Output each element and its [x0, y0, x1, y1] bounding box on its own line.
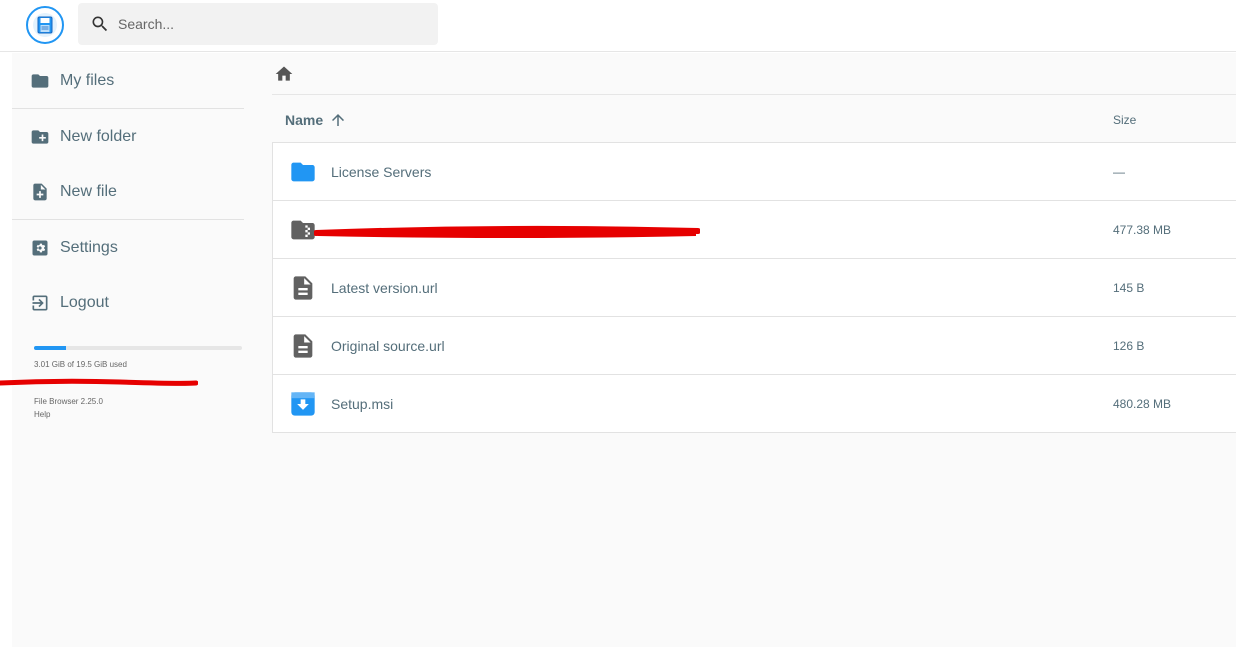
file-size: 477.38 MB [1113, 222, 1172, 237]
breadcrumb [272, 53, 1236, 95]
file-size: 480.28 MB [1113, 396, 1172, 411]
file-size: 145 B [1113, 280, 1145, 295]
help-link[interactable]: Help [34, 408, 103, 421]
folder-icon [291, 162, 315, 181]
sidebar-item-settings[interactable]: Settings [12, 220, 244, 275]
size-column-header[interactable]: Size [1100, 113, 1136, 127]
sidebar-footer: File Browser 2.25.0 Help [34, 395, 103, 421]
sidebar: My files New folder New file Settings Lo… [12, 53, 244, 330]
sidebar-item-label: New file [60, 182, 117, 200]
version-text: File Browser 2.25.0 [34, 397, 103, 406]
archive-icon [291, 220, 315, 239]
sidebar-item-label: My files [60, 71, 115, 89]
file-icon [293, 275, 313, 300]
arrow-up-icon [332, 113, 345, 126]
search-box[interactable] [78, 3, 438, 45]
file-name: License Servers [331, 163, 432, 180]
sidebar-item-my-files[interactable]: My files [12, 53, 244, 108]
name-column-label: Name [285, 111, 324, 128]
file-list: Name Size License Servers — 477.38 MB La… [272, 96, 1236, 433]
file-list-header: Name Size [272, 96, 1236, 143]
file-name: Setup.msi [331, 395, 394, 412]
sidebar-item-new-file[interactable]: New file [12, 164, 244, 219]
name-column-header[interactable]: Name [272, 111, 1100, 129]
sidebar-item-logout[interactable]: Logout [12, 275, 244, 330]
search-input[interactable] [118, 16, 418, 32]
logo[interactable] [26, 6, 64, 44]
header [0, 0, 1236, 52]
list-item[interactable]: Original source.url 126 B [272, 316, 1236, 375]
file-icon [293, 333, 313, 358]
sidebar-item-new-folder[interactable]: New folder [12, 109, 244, 164]
installer-icon [291, 391, 315, 416]
sidebar-item-label: Settings [60, 238, 118, 256]
note-add-icon [33, 183, 47, 200]
folder-icon [31, 73, 49, 88]
storage-usage-text: 3.01 GiB of 19.5 GiB used [34, 360, 127, 369]
list-item[interactable]: Setup.msi 480.28 MB [272, 374, 1236, 433]
storage-usage: 3.01 GiB of 19.5 GiB used [34, 346, 242, 369]
sidebar-item-label: Logout [60, 293, 109, 311]
settings-icon [32, 240, 48, 255]
file-name: Latest version.url [331, 279, 438, 296]
storage-progress-fill [34, 346, 67, 350]
redaction-mark [314, 225, 700, 238]
storage-progress-bar [34, 346, 242, 350]
file-size: — [1113, 164, 1125, 179]
redaction-mark [0, 378, 198, 386]
logout-icon [32, 295, 48, 310]
file-size: 126 B [1113, 338, 1145, 353]
list-item[interactable]: Latest version.url 145 B [272, 258, 1236, 317]
sidebar-item-label: New folder [60, 127, 137, 145]
floppy-logo-icon [33, 13, 57, 37]
list-item[interactable]: License Servers — [272, 142, 1236, 201]
home-icon[interactable] [274, 64, 294, 84]
file-name: Original source.url [331, 337, 445, 354]
search-icon [92, 16, 108, 32]
create-new-folder-icon [31, 129, 49, 144]
